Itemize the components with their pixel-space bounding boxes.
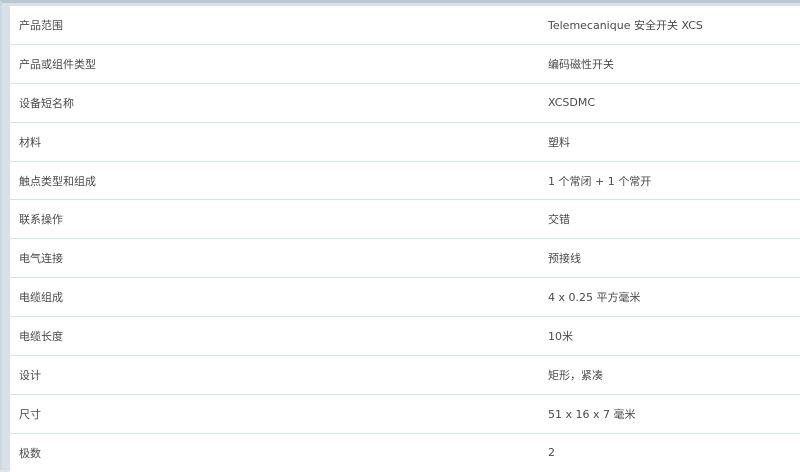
spec-value: 编码磁性开关 <box>546 44 800 84</box>
table-row: 尺寸 51 x 16 x 7 毫米 <box>10 394 800 434</box>
table-row: 产品范围 Telemecanique 安全开关 XCS <box>10 6 800 45</box>
spec-value: 矩形，紧凑 <box>546 355 800 395</box>
spec-label: 设备短名称 <box>10 83 546 123</box>
spec-table: 产品范围 Telemecanique 安全开关 XCS 产品或组件类型 编码磁性… <box>10 6 800 472</box>
table-row: 材料 塑料 <box>10 122 800 162</box>
spec-value: 51 x 16 x 7 毫米 <box>546 394 800 434</box>
spec-label: 材料 <box>10 122 546 162</box>
spec-label: 联系操作 <box>10 199 546 240</box>
spec-label: 电气连接 <box>10 238 546 279</box>
spec-label: 电缆长度 <box>10 316 546 357</box>
table-row: 电缆长度 10米 <box>10 316 800 357</box>
table-row: 电气连接 预接线 <box>10 238 800 279</box>
spec-value: 10米 <box>546 316 800 357</box>
table-row: 触点类型和组成 1 个常闭 + 1 个常开 <box>10 161 800 201</box>
spec-value: 1 个常闭 + 1 个常开 <box>546 161 800 201</box>
spec-value: 交错 <box>546 199 800 240</box>
table-row: 极数 2 <box>10 433 800 471</box>
spec-label: 电缆组成 <box>10 277 546 318</box>
spec-value: 4 x 0.25 平方毫米 <box>546 277 800 318</box>
spec-value: 2 <box>548 446 555 460</box>
spec-value: 塑料 <box>546 122 800 162</box>
table-row: 设计 矩形，紧凑 <box>10 355 800 395</box>
spec-value: XCSDMC <box>546 83 800 123</box>
table-row: 设备短名称 XCSDMC <box>10 83 800 123</box>
spec-label: 极数 <box>19 446 41 460</box>
spec-panel: 产品范围 Telemecanique 安全开关 XCS 产品或组件类型 编码磁性… <box>0 0 800 472</box>
spec-label: 设计 <box>10 355 546 395</box>
spec-label: 触点类型和组成 <box>10 161 546 201</box>
table-row: 电缆组成 4 x 0.25 平方毫米 <box>10 277 800 318</box>
spec-value: Telemecanique 安全开关 XCS <box>546 6 800 45</box>
spec-value: 预接线 <box>546 238 800 279</box>
spec-label: 尺寸 <box>10 394 546 434</box>
table-row: 产品或组件类型 编码磁性开关 <box>10 44 800 84</box>
spec-label: 产品范围 <box>10 6 546 45</box>
table-row: 联系操作 交错 <box>10 199 800 240</box>
spec-label: 产品或组件类型 <box>10 44 546 84</box>
